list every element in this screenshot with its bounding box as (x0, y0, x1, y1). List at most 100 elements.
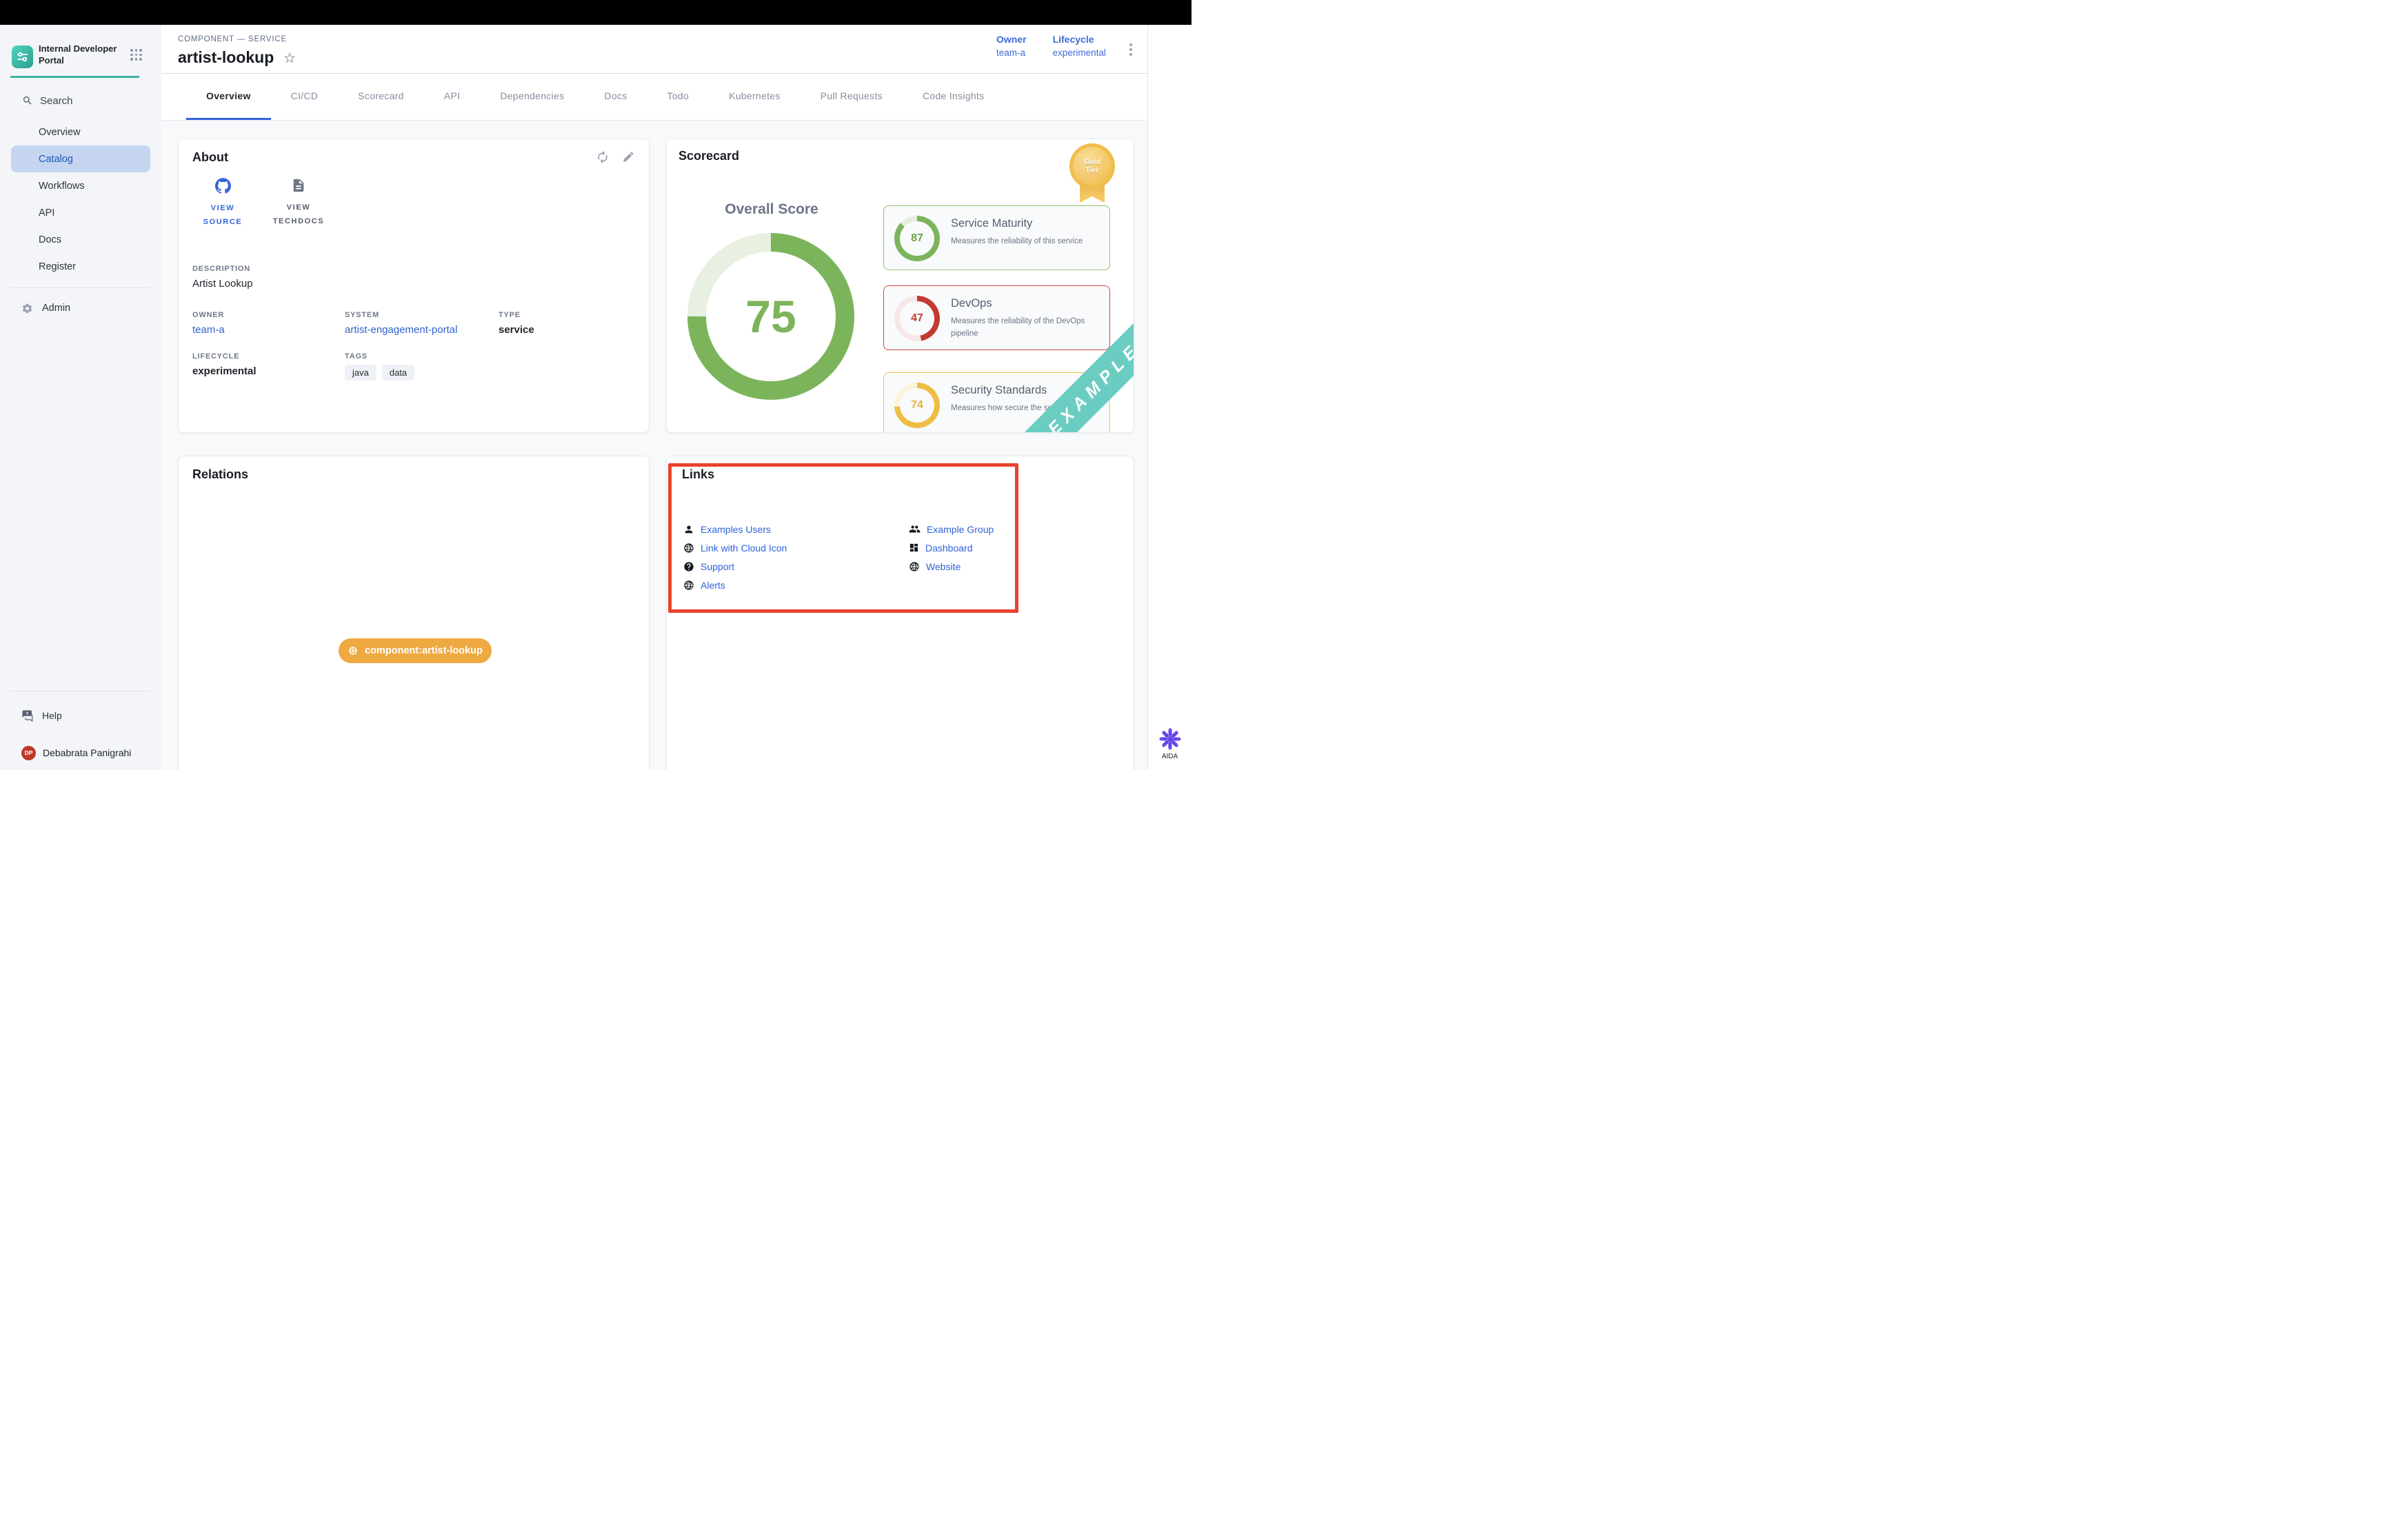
tab-dependencies[interactable]: Dependencies (480, 74, 584, 120)
tab-scorecard[interactable]: Scorecard (338, 74, 424, 120)
aida-assistant-launcher[interactable]: AIDA (1148, 727, 1192, 760)
metric-ring: 74 (894, 383, 940, 428)
gear-icon (21, 303, 33, 314)
link-website[interactable]: Website (909, 557, 994, 576)
metric-score: 87 (911, 232, 923, 245)
entity-header: COMPONENT — SERVICE artist-lookup Owner … (161, 25, 1147, 74)
aida-label: AIDA (1162, 753, 1178, 760)
overall-score-label: Overall Score (668, 201, 875, 218)
aida-flower-icon (1158, 727, 1182, 751)
link-label: Example Group (927, 524, 994, 535)
tags-field-label: TAGS (345, 352, 414, 361)
system-field-value[interactable]: artist-engagement-portal (345, 324, 457, 336)
relations-title: Relations (192, 467, 248, 482)
sidebar-user[interactable]: DP Debabrata Panigrahi (0, 740, 161, 765)
star-favorite-icon[interactable] (283, 51, 296, 65)
entity-tabs: Overview CI/CD Scorecard API Dependencie… (161, 74, 1147, 121)
sidebar-item-docs[interactable]: Docs (0, 226, 161, 253)
help-chat-icon: ? (21, 709, 34, 722)
top-black-bar (0, 0, 1192, 25)
metric-score: 74 (911, 399, 923, 412)
edit-pencil-icon[interactable] (622, 150, 635, 168)
search-label: Search (40, 95, 73, 107)
metric-title: Security Standards (951, 384, 1047, 397)
metric-card-service-maturity[interactable]: 87 Service Maturity Measures the reliabi… (883, 205, 1110, 270)
document-icon (291, 178, 306, 193)
app-logo[interactable] (12, 45, 33, 68)
tab-pull-requests[interactable]: Pull Requests (801, 74, 903, 120)
sidebar-item-label: Workflows (39, 181, 85, 192)
metric-ring: 47 (894, 296, 940, 341)
tab-overview[interactable]: Overview (186, 74, 271, 120)
tab-api[interactable]: API (424, 74, 480, 120)
relation-node-label: component:artist-lookup (365, 645, 483, 656)
sidebar-item-register[interactable]: Register (0, 253, 161, 280)
links-title: Links (682, 467, 714, 482)
scorecard-card: Scorecard Overall Score 75 87 Service Ma… (666, 139, 1134, 433)
relation-node-component[interactable]: component:artist-lookup (339, 638, 492, 663)
sidebar-search[interactable]: Search (0, 90, 161, 112)
tab-code-insights[interactable]: Code Insights (903, 74, 1005, 120)
sidebar-item-workflows[interactable]: Workflows (0, 172, 161, 199)
metric-description: Measures the reliability of the DevOps p… (951, 316, 1108, 341)
sidebar-divider (10, 287, 151, 288)
more-options-kebab-icon[interactable] (1124, 40, 1138, 59)
link-label: Dashboard (925, 543, 973, 554)
sidebar: Internal Developer Portal Search Overvie… (0, 25, 161, 770)
globe-icon (683, 580, 694, 591)
refresh-icon[interactable] (596, 150, 610, 168)
search-icon (22, 95, 33, 106)
owner-label: Owner (996, 34, 1027, 45)
sidebar-item-admin[interactable]: Admin (0, 296, 161, 321)
description-label: DESCRIPTION (192, 265, 253, 273)
link-label: Support (701, 561, 734, 572)
link-example-group[interactable]: Example Group (909, 520, 994, 538)
sidebar-item-catalog[interactable]: Catalog (11, 145, 150, 172)
link-dashboard[interactable]: Dashboard (909, 538, 994, 557)
type-field-label: TYPE (499, 311, 534, 319)
user-name: Debabrata Panigrahi (43, 747, 131, 758)
tag-chip[interactable]: java (345, 365, 376, 381)
tab-kubernetes[interactable]: Kubernetes (709, 74, 801, 120)
lifecycle-meta: Lifecycle experimental (1053, 34, 1106, 58)
sidebar-item-label: API (39, 207, 54, 219)
overview-content: About VIEWSOURCE (161, 121, 1147, 770)
link-cloud[interactable]: Link with Cloud Icon (683, 538, 787, 557)
view-techdocs-link[interactable]: VIEWTECHDOCS (274, 178, 323, 229)
link-alerts[interactable]: Alerts (683, 576, 787, 594)
sidebar-item-help[interactable]: ? Help (0, 703, 161, 728)
sidebar-item-label: Docs (39, 234, 61, 245)
dashboard-icon (909, 543, 919, 553)
tab-cicd[interactable]: CI/CD (271, 74, 339, 120)
link-label: Alerts (701, 580, 725, 591)
owner-field-value[interactable]: team-a (192, 324, 225, 336)
sidebar-item-label: Catalog (39, 154, 73, 165)
sidebar-item-overview[interactable]: Overview (0, 119, 161, 145)
owner-value[interactable]: team-a (996, 48, 1027, 58)
metric-title: Service Maturity (951, 217, 1032, 230)
tab-docs[interactable]: Docs (584, 74, 647, 120)
metric-title: DevOps (951, 297, 992, 310)
sidebar-item-label: Overview (39, 127, 80, 138)
brand-underline (10, 76, 139, 78)
relations-card: Relations component:artist-lookup (178, 456, 650, 770)
link-support[interactable]: Support (683, 557, 787, 576)
tab-todo[interactable]: Todo (647, 74, 710, 120)
metric-score: 47 (911, 312, 923, 325)
github-icon (215, 178, 231, 194)
metric-card-devops[interactable]: 47 DevOps Measures the reliability of th… (883, 285, 1110, 350)
link-label: Website (926, 561, 961, 572)
help-circle-icon (683, 561, 694, 572)
svg-text:?: ? (26, 711, 28, 716)
link-examples-users[interactable]: Examples Users (683, 520, 787, 538)
tag-chip[interactable]: data (382, 365, 414, 381)
link-label: Link with Cloud Icon (701, 543, 787, 554)
owner-meta[interactable]: Owner team-a (996, 34, 1027, 58)
sidebar-item-api[interactable]: API (0, 199, 161, 226)
right-rail: AIDA (1147, 25, 1192, 770)
view-source-link[interactable]: VIEWSOURCE (198, 178, 248, 229)
about-title: About (192, 150, 228, 165)
lifecycle-field-value: experimental (192, 365, 257, 377)
apps-grid-icon[interactable] (130, 49, 142, 61)
metric-description: Measures the reliability of this service (951, 236, 1108, 248)
